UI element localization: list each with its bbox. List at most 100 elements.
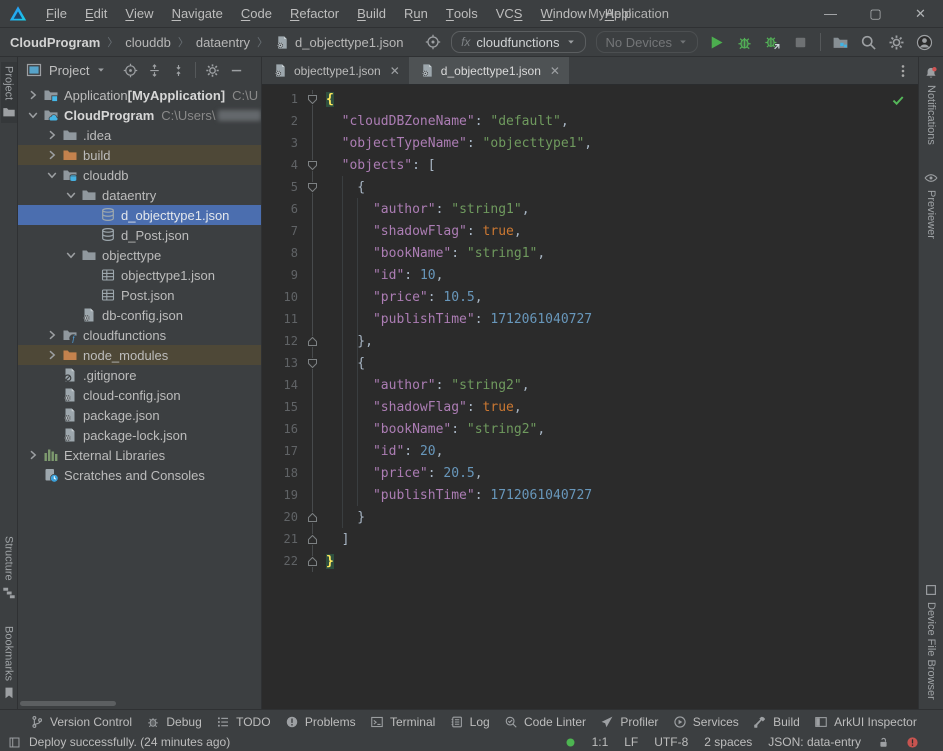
fold-marker-end-icon[interactable] [298, 556, 326, 567]
fold-marker-end-icon[interactable] [298, 336, 326, 347]
search-everywhere-icon[interactable] [860, 34, 877, 51]
project-panel-title[interactable]: Project [49, 63, 89, 78]
debug-icon[interactable] [736, 34, 753, 51]
status-message[interactable]: Deploy successfully. (24 minutes ago) [29, 735, 230, 749]
tree-row-node_modules[interactable]: node_modules [18, 345, 261, 365]
breadcrumb-file[interactable]: d_objecttype1.json [275, 35, 403, 50]
tree-row-.idea[interactable]: .idea [18, 125, 261, 145]
tree-row-build[interactable]: build [18, 145, 261, 165]
tree-row-package.json[interactable]: package.json [18, 405, 261, 425]
lock-icon[interactable] [877, 736, 890, 749]
tool-stripe-previewer[interactable]: Previewer [923, 167, 939, 243]
menu-code[interactable]: Code [232, 0, 281, 27]
close-button[interactable]: ✕ [898, 0, 943, 27]
menu-navigate[interactable]: Navigate [163, 0, 232, 27]
indent-size[interactable]: 2 spaces [704, 735, 752, 749]
fold-marker-start-icon[interactable] [298, 94, 326, 105]
tab-close-icon[interactable]: ✕ [550, 64, 560, 78]
menu-file[interactable]: File [37, 0, 76, 27]
fold-marker-start-icon[interactable] [298, 160, 326, 171]
tree-row-.gitignore[interactable]: .gitignore [18, 365, 261, 385]
chevron-open-icon[interactable] [63, 187, 81, 203]
caret-position[interactable]: 1:1 [592, 735, 609, 749]
tree-row-objecttype[interactable]: objecttype [18, 245, 261, 265]
editor-tab-d_objecttype1.json[interactable]: d_objecttype1.json✕ [409, 57, 569, 84]
tree-row-cloud-config.json[interactable]: cloud-config.json [18, 385, 261, 405]
menu-view[interactable]: View [116, 0, 162, 27]
chevron-down-icon[interactable] [96, 65, 106, 75]
tool-stripe-notifications[interactable]: Notifications [923, 62, 939, 149]
toolwindow-button-log[interactable]: Log [450, 715, 490, 729]
menu-window[interactable]: Window [531, 0, 595, 27]
toolwindow-button-services[interactable]: Services [673, 715, 739, 729]
tree-horizontal-scrollbar[interactable] [20, 701, 116, 706]
menu-vcs[interactable]: VCS [487, 0, 532, 27]
error-badge-icon[interactable] [906, 736, 919, 749]
fold-marker-start-icon[interactable] [298, 182, 326, 193]
stop-icon[interactable] [792, 34, 809, 51]
device-manager-icon[interactable] [832, 34, 849, 51]
tree-row--myapplication-[interactable]: Application [MyApplication]C:\U [18, 85, 261, 105]
menu-run[interactable]: Run [395, 0, 437, 27]
minimize-button[interactable]: — [808, 0, 853, 27]
run-icon[interactable] [708, 34, 725, 51]
tree-row-clouddb[interactable]: clouddb [18, 165, 261, 185]
chevron-closed-icon[interactable] [44, 327, 62, 343]
menu-refactor[interactable]: Refactor [281, 0, 348, 27]
tree-row-scratches-and-consoles[interactable]: Scratches and Consoles [18, 465, 261, 485]
expand-all-icon[interactable] [147, 63, 162, 78]
hide-icon[interactable] [229, 63, 244, 78]
menu-edit[interactable]: Edit [76, 0, 116, 27]
locate-icon[interactable] [123, 63, 138, 78]
toolwindow-button-terminal[interactable]: Terminal [370, 715, 435, 729]
maximize-button[interactable]: ▢ [853, 0, 898, 27]
tree-row-post.json[interactable]: Post.json [18, 285, 261, 305]
attach-debugger-icon[interactable] [764, 34, 781, 51]
profile-icon[interactable] [916, 34, 933, 51]
toolwindow-button-version-control[interactable]: Version Control [30, 715, 132, 729]
chevron-open-icon[interactable] [44, 167, 62, 183]
toolwindow-button-arkui-inspector[interactable]: ArkUI Inspector [814, 715, 917, 729]
breadcrumb-item[interactable]: CloudProgram [10, 35, 100, 50]
fold-marker-end-icon[interactable] [298, 512, 326, 523]
line-separator[interactable]: LF [624, 735, 638, 749]
collapse-all-icon[interactable] [171, 63, 186, 78]
tree-row-dataentry[interactable]: dataentry [18, 185, 261, 205]
breadcrumb-item[interactable]: dataentry [196, 35, 250, 50]
tool-stripe-device-file-browser[interactable]: Device File Browser [923, 579, 939, 704]
tree-row-external-libraries[interactable]: External Libraries [18, 445, 261, 465]
tab-options-menu-icon[interactable] [895, 63, 911, 79]
toolwindow-button-build[interactable]: Build [753, 715, 800, 729]
settings-icon[interactable] [888, 34, 905, 51]
chevron-open-icon[interactable] [25, 107, 43, 123]
tool-window-toggle-icon[interactable] [8, 736, 21, 749]
tree-row-package-lock.json[interactable]: package-lock.json [18, 425, 261, 445]
tree-row-d_objecttype1.json[interactable]: d_objecttype1.json [18, 205, 261, 225]
toolwindow-button-debug[interactable]: Debug [146, 715, 201, 729]
fold-marker-end-icon[interactable] [298, 534, 326, 545]
fold-marker-start-icon[interactable] [298, 358, 326, 369]
tree-row-cloudfunctions[interactable]: fcloudfunctions [18, 325, 261, 345]
tab-close-icon[interactable]: ✕ [390, 64, 400, 78]
toolwindow-button-todo[interactable]: TODO [216, 715, 270, 729]
tree-row-d_post.json[interactable]: d_Post.json [18, 225, 261, 245]
code-editor[interactable]: 1{2 "cloudDBZoneName": "default",3 "obje… [262, 85, 918, 709]
editor-tab-objecttype1.json[interactable]: objecttype1.json✕ [262, 57, 409, 84]
chevron-open-icon[interactable] [63, 247, 81, 263]
menu-build[interactable]: Build [348, 0, 395, 27]
tree-row-objecttype1.json[interactable]: objecttype1.json [18, 265, 261, 285]
chevron-closed-icon[interactable] [44, 147, 62, 163]
toolwindow-button-profiler[interactable]: Profiler [600, 715, 658, 729]
tool-stripe-bookmarks[interactable]: Bookmarks [1, 622, 17, 704]
tree-row-cloudprogram[interactable]: CloudProgramC:\Users\ [18, 105, 261, 125]
chevron-closed-icon[interactable] [44, 347, 62, 363]
device-select[interactable]: No Devices [596, 31, 698, 53]
chevron-closed-icon[interactable] [44, 127, 62, 143]
menu-tools[interactable]: Tools [437, 0, 487, 27]
file-encoding[interactable]: UTF-8 [654, 735, 688, 749]
chevron-closed-icon[interactable] [25, 87, 43, 103]
chevron-closed-icon[interactable] [25, 447, 43, 463]
locate-target-icon[interactable] [425, 34, 441, 50]
toolwindow-button-problems[interactable]: Problems [285, 715, 356, 729]
tool-stripe-structure[interactable]: Structure [1, 532, 17, 604]
